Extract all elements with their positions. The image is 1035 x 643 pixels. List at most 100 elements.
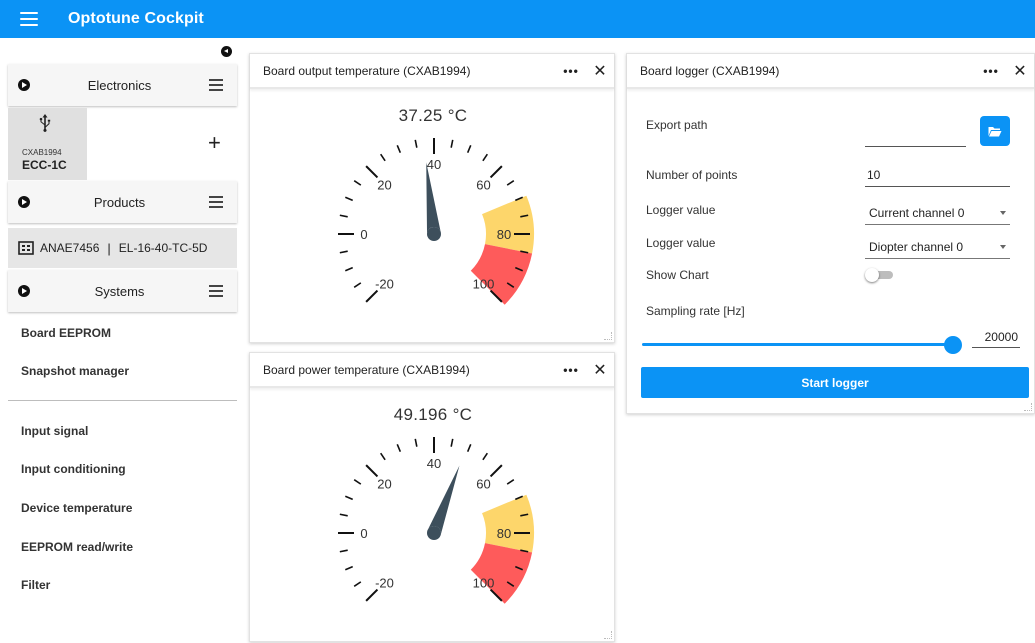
nav-eeprom-read-write[interactable]: EEPROM read/write (21, 540, 133, 554)
gauge-needle (426, 162, 441, 235)
nav-board-eeprom[interactable]: Board EEPROM (21, 326, 111, 340)
section-menu-icon[interactable] (209, 196, 223, 208)
section-electronics[interactable]: Electronics (8, 64, 237, 106)
close-icon[interactable]: ✕ (1006, 61, 1034, 81)
more-icon[interactable]: ••• (976, 64, 1006, 78)
minor-tick (482, 153, 488, 162)
danger-band (470, 244, 533, 305)
product-model: EL-16-40-TC-5D (118, 241, 208, 255)
number-of-points-label: Number of points (646, 168, 738, 182)
select-value: Diopter channel 0 (869, 240, 964, 254)
show-chart-label: Show Chart (646, 268, 709, 282)
browse-folder-button[interactable] (980, 116, 1010, 146)
section-systems[interactable]: Systems (8, 270, 237, 312)
danger-band (470, 543, 533, 604)
sampling-rate-input[interactable]: 20000 (972, 328, 1020, 348)
section-menu-icon[interactable] (209, 285, 223, 297)
minor-tick (396, 444, 402, 453)
gauge-tick-label: 60 (476, 477, 490, 492)
gauge-tick-label: 100 (473, 276, 495, 291)
chip-icon (18, 241, 34, 255)
add-device-button[interactable]: + (208, 132, 221, 154)
section-menu-icon[interactable] (209, 79, 223, 91)
panel-title: Board logger (CXAB1994) (640, 63, 780, 78)
section-products[interactable]: Products (8, 181, 237, 223)
minor-tick (466, 444, 472, 453)
more-icon[interactable]: ••• (556, 363, 586, 377)
collapse-sidebar-icon[interactable] (221, 46, 232, 57)
nav-input-signal[interactable]: Input signal (21, 424, 88, 438)
major-tick (365, 165, 379, 179)
board-logger-panel: Board logger (CXAB1994) ••• ✕ Export pat… (626, 53, 1035, 414)
minor-tick (353, 282, 362, 288)
minor-tick (339, 214, 348, 218)
resize-handle[interactable] (1024, 403, 1032, 411)
panel-title: Board output temperature (CXAB1994) (263, 63, 471, 78)
minor-tick (450, 438, 454, 447)
gauge-tick-label: 20 (377, 477, 391, 492)
gauge-tick-label: 60 (476, 178, 490, 193)
resize-handle[interactable] (604, 631, 612, 639)
section-label: Systems (94, 283, 145, 299)
major-tick (365, 588, 379, 602)
minor-tick (380, 153, 386, 162)
gauge-needle (427, 465, 460, 536)
sampling-rate-slider-track[interactable] (642, 343, 958, 346)
section-label: Products (93, 194, 146, 210)
menu-icon[interactable] (20, 0, 46, 38)
number-of-points-input[interactable]: 10 (865, 162, 1010, 187)
gauge-hub (427, 227, 441, 241)
minor-tick (353, 479, 362, 485)
device-serial: CXAB1994 (22, 148, 62, 157)
start-logger-button[interactable]: Start logger (641, 367, 1029, 398)
minor-tick (353, 180, 362, 186)
gauge-tick-label: 0 (360, 526, 367, 541)
logger-value-select-2[interactable]: Diopter channel 0 (865, 234, 1010, 259)
expand-icon[interactable] (18, 79, 30, 91)
panel-header: Board power temperature (CXAB1994) ••• ✕ (250, 353, 614, 388)
gauge-tick-label: 80 (497, 526, 511, 541)
close-icon[interactable]: ✕ (586, 360, 614, 380)
show-chart-toggle[interactable] (865, 268, 895, 282)
gauge-tick-label: 0 (360, 227, 367, 242)
major-tick (489, 464, 503, 478)
gauge-tick-label: 100 (473, 575, 495, 590)
nav-snapshot-manager[interactable]: Snapshot manager (21, 364, 129, 378)
close-icon[interactable]: ✕ (586, 61, 614, 81)
logger-value-select-1[interactable]: Current channel 0 (865, 200, 1010, 225)
app-title: Optotune Cockpit (68, 10, 204, 27)
minor-tick (345, 266, 354, 272)
dropdown-arrow-icon (1000, 245, 1006, 249)
product-item[interactable]: ANAE7456 | EL-16-40-TC-5D (8, 228, 237, 268)
gauge-tick-label: 20 (377, 178, 391, 193)
gauge-value: 49.196 °C (393, 405, 473, 424)
minor-tick (396, 145, 402, 154)
select-value: Current channel 0 (869, 206, 965, 220)
logger-value-label: Logger value (646, 203, 716, 217)
minor-tick (339, 549, 348, 553)
minor-tick (482, 452, 488, 461)
gauge-tick-label: 40 (427, 456, 441, 471)
gauge-tick-label: -20 (375, 276, 394, 291)
top-app-bar: Optotune Cockpit (0, 0, 1035, 38)
toggle-knob (865, 268, 879, 282)
nav-filter[interactable]: Filter (21, 578, 50, 592)
minor-tick (345, 196, 354, 202)
nav-input-conditioning[interactable]: Input conditioning (21, 462, 126, 476)
minor-tick (414, 139, 418, 148)
panel-title: Board power temperature (CXAB1994) (263, 362, 470, 377)
minor-tick (353, 581, 362, 587)
export-path-input[interactable] (865, 122, 966, 147)
nav-device-temperature[interactable]: Device temperature (21, 501, 132, 515)
logger-value-label: Logger value (646, 236, 716, 250)
sampling-rate-slider-handle[interactable] (944, 336, 962, 354)
gauge-tick-label: 40 (427, 157, 441, 172)
more-icon[interactable]: ••• (556, 64, 586, 78)
minor-tick (450, 139, 454, 148)
gauge-hub (427, 526, 441, 540)
device-tile[interactable]: CXAB1994 ECC-1C (8, 108, 87, 180)
product-separator: | (107, 240, 111, 256)
expand-icon[interactable] (18, 285, 30, 297)
resize-handle[interactable] (604, 332, 612, 340)
expand-icon[interactable] (18, 196, 30, 208)
